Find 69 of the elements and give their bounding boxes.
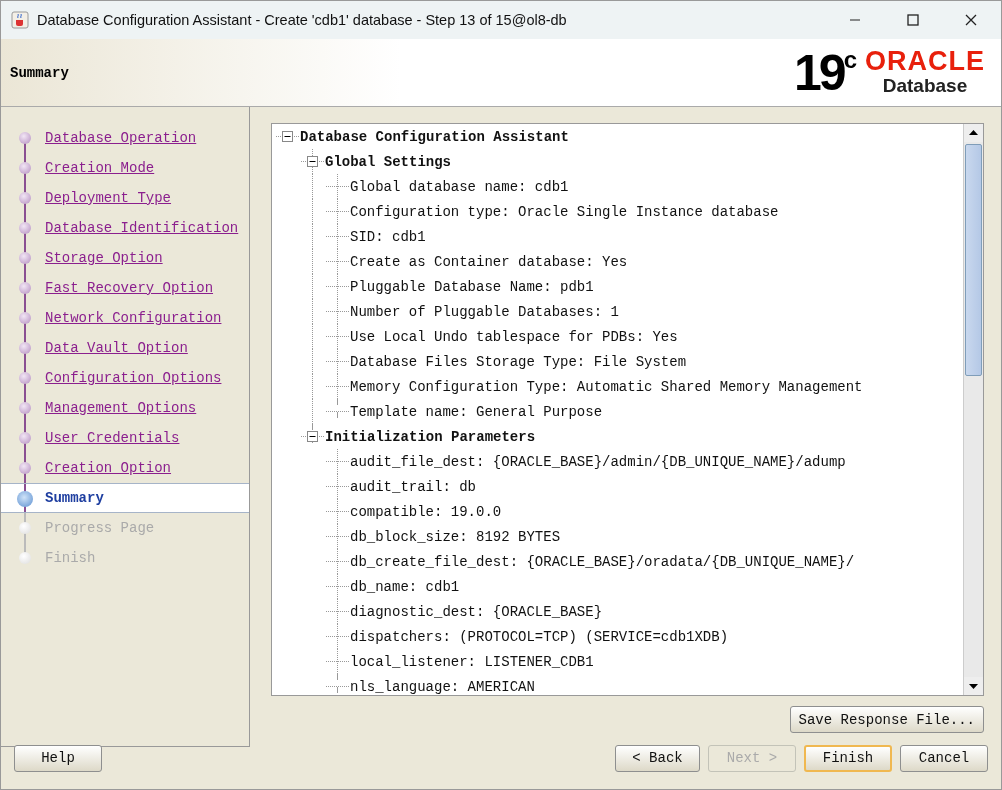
tree-item-label: Configuration type: Oracle Single Instance database (350, 203, 779, 220)
step-item[interactable]: User Credentials (1, 423, 249, 453)
tree-item-label: db_name: cdb1 (350, 578, 460, 595)
tree-item-label: db_block_size: 8192 BYTES (350, 528, 561, 545)
close-icon[interactable] (965, 14, 977, 26)
tree-group-label: Database Configuration Assistant (300, 128, 569, 145)
tree-item-label: audit_trail: db (350, 478, 477, 495)
tree-item-label: Global database name: cdb1 (350, 178, 569, 195)
tree-item-label: Create as Container database: Yes (350, 253, 628, 270)
step-item[interactable]: Database Identification (1, 213, 249, 243)
step-item[interactable]: Creation Option (1, 453, 249, 483)
tree-item-label: compatible: 19.0.0 (350, 503, 502, 520)
step-dot-icon (19, 282, 31, 294)
step-dot-icon (19, 522, 31, 534)
step-item[interactable]: Creation Mode (1, 153, 249, 183)
tree-group-label: Initialization Parameters (325, 428, 536, 445)
logo-version: 19 (794, 47, 844, 98)
scroll-thumb[interactable] (965, 144, 982, 376)
step-dot-icon (19, 252, 31, 264)
logo-product: Database (882, 73, 968, 98)
window-title: Database Configuration Assistant - Create 'cdb1' database - Step 13 of 15@ol8-db (37, 12, 568, 28)
collapse-icon[interactable] (307, 156, 318, 167)
dialog-button[interactable]: < Back (615, 744, 700, 772)
tree-item-label: Pluggable Database Name: pdb1 (350, 278, 594, 295)
step-item[interactable]: Deployment Type (1, 183, 249, 213)
step-dot-icon (19, 162, 31, 174)
step-dot-icon (19, 462, 31, 474)
tree-item-label: db_create_file_dest: {ORACLE_BASE}/oradata/{DB_UNIQUE_NAME}/ (350, 553, 855, 570)
tree-item-label: Number of Pluggable Databases: 1 (350, 303, 619, 320)
step-item[interactable]: Management Options (1, 393, 249, 423)
collapse-icon[interactable] (282, 131, 293, 142)
step-dot-icon (19, 132, 31, 144)
tree-group-label: Global Settings (325, 153, 452, 170)
step-item[interactable]: Storage Option (1, 243, 249, 273)
step-dot-icon (19, 312, 31, 324)
step-item[interactable]: Database Operation (1, 123, 249, 153)
step-item[interactable]: Data Vault Option (1, 333, 249, 363)
tree-item-label: nls_language: AMERICAN (350, 678, 535, 695)
step-dot-icon (17, 491, 33, 507)
dialog-button[interactable]: Finish (804, 744, 892, 772)
tree-item-label: dispatchers: (PROTOCOL=TCP) (SERVICE=cdb1XDB) (350, 628, 729, 645)
tree-item-label: Memory Configuration Type: Automatic Shared Memory Management (350, 378, 863, 395)
vertical-scrollbar[interactable] (963, 124, 983, 695)
page-title: Summary (10, 64, 69, 81)
tree-item-label: Template name: General Purpose (350, 403, 603, 420)
logo-brand: ORACLE (865, 47, 985, 74)
tree-item-label: diagnostic_dest: {ORACLE_BASE} (350, 603, 603, 620)
step-dot-icon (19, 552, 31, 564)
collapse-icon[interactable] (307, 431, 318, 442)
tree-item-label: local_listener: LISTENER_CDB1 (350, 653, 594, 670)
tree-item-label: Database Files Storage Type: File System (350, 353, 687, 370)
step-item[interactable]: Configuration Options (1, 363, 249, 393)
step-item[interactable]: Summary (1, 483, 249, 513)
maximize-icon[interactable] (907, 14, 919, 26)
save-response-file-button[interactable]: Save Response File... (789, 706, 984, 733)
dialog-button[interactable]: Cancel (900, 744, 988, 772)
coffee-cup-icon (11, 11, 29, 29)
step-item[interactable]: Fast Recovery Option (1, 273, 249, 303)
dialog-button[interactable]: Help (14, 744, 102, 772)
step-dot-icon (19, 342, 31, 354)
tree-item-label: audit_file_dest: {ORACLE_BASE}/admin/{DB_UNIQUE_NAME}/adump (350, 453, 846, 470)
step-item[interactable]: Network Configuration (1, 303, 249, 333)
step-dot-icon (19, 432, 31, 444)
tree-item-label: SID: cdb1 (350, 228, 426, 245)
tree-item-label: Use Local Undo tablespace for PDBs: Yes (350, 328, 678, 345)
step-dot-icon (19, 192, 31, 204)
step-dot-icon (19, 372, 31, 384)
step-dot-icon (19, 402, 31, 414)
step-dot-icon (19, 222, 31, 234)
